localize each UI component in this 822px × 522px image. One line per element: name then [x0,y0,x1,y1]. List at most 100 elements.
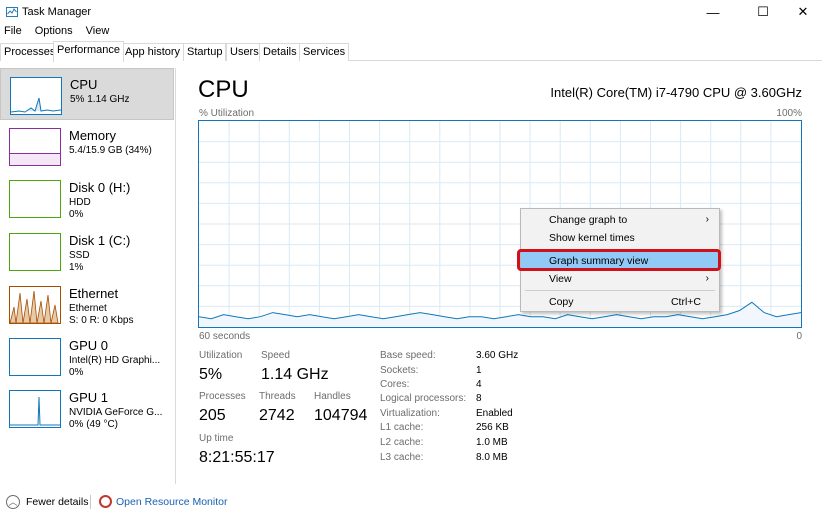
detail-value: 8 [476,393,482,404]
copy-shortcut: Ctrl+C [670,296,701,308]
processes-label: Processes [199,391,246,402]
tab-processes[interactable]: Processes [0,43,60,61]
detail-value: 256 KB [476,422,509,433]
speed-label: Speed [261,350,290,361]
utilization-value: 5% [199,366,223,383]
detail-label: Logical processors: [380,393,467,404]
sidebar-item-memory[interactable]: Memory 5.4/15.9 GB (34%) [0,120,174,172]
detail-value: 3.60 GHz [476,350,519,361]
sidebar-item-cpu[interactable]: CPU 5% 1.14 GHz [0,68,174,120]
context-menu-item-label: Show kernel times [549,232,635,244]
tab-strip: Processes Performance App history Startu… [0,41,822,62]
uptime-value: 8:21:55:17 [199,449,275,466]
sidebar-memory-title: Memory [69,128,116,143]
menu-bar: File Options View [0,25,118,41]
gpu1-thumbnail [9,390,61,428]
ethernet-thumbnail [9,286,61,324]
memory-thumbnail [9,128,61,166]
sidebar-disk1-title: Disk 1 (C:) [69,233,131,248]
annotation-highlight-ring [517,249,721,271]
detail-value: 4 [476,379,482,390]
utilization-axis-label: % Utilization [199,108,255,119]
sidebar-disk1-type: SSD [69,250,90,261]
tab-services[interactable]: Services [299,43,350,61]
threads-label: Threads [259,391,296,402]
fewer-details-link[interactable]: Fewer details [26,496,88,508]
minimize-button[interactable]: — [690,0,736,24]
close-icon: ✕ [797,4,809,19]
sidebar-disk0-usage: 0% [69,209,84,220]
utilization-label: Utilization [199,350,243,361]
disk1-thumbnail [9,233,61,271]
graph-max-label: 100% [776,108,802,119]
uptime-label: Up time [199,433,234,444]
context-menu-show-kernel-times[interactable]: Show kernel times [521,229,719,247]
tab-users[interactable]: Users [226,43,263,61]
sidebar-cpu-usage: 5% 1.14 GHz [70,94,130,105]
sidebar-gpu0-title: GPU 0 [69,338,109,353]
sidebar-disk0-type: HDD [69,197,91,208]
sidebar-gpu0-usage: 0% [69,367,84,378]
tab-details[interactable]: Details [259,43,301,61]
detail-value: 1 [476,365,482,376]
sidebar-item-gpu1[interactable]: GPU 1 NVIDIA GeForce G... 0% (49 °C) [0,382,174,434]
detail-value: Enabled [476,408,513,419]
menu-options[interactable]: Options [35,25,73,41]
handles-value: 104794 [314,407,368,424]
sidebar-ethernet-throughput: S: 0 R: 0 Kbps [69,315,134,326]
detail-label: L3 cache: [380,452,424,463]
cpu-thumbnail [10,77,62,115]
tab-performance[interactable]: Performance [53,41,124,62]
chevron-up-icon[interactable]: ︿ [6,495,20,509]
context-menu-item-label: View [549,273,572,285]
submenu-arrow-icon: › [705,214,709,225]
graph-min-label: 0 [796,331,802,342]
sidebar-item-ethernet[interactable]: Ethernet Ethernet S: 0 R: 0 Kbps [0,278,174,330]
title-bar: Task Manager — ☐ ✕ [0,0,822,24]
detail-label: Cores: [380,379,410,390]
sidebar-item-gpu0[interactable]: GPU 0 Intel(R) HD Graphi... 0% [0,330,174,382]
detail-label: L2 cache: [380,437,424,448]
menu-view[interactable]: View [86,25,110,41]
handles-label: Handles [314,391,351,402]
footer-bar: ︿ Fewer details Open Resource Monitor [0,490,822,514]
page-title: CPU [198,76,249,103]
detail-label: L1 cache: [380,422,424,433]
processes-value: 205 [199,407,226,424]
submenu-arrow-icon: › [705,273,709,284]
context-menu-change-graph[interactable]: Change graph to › [521,211,719,229]
cpu-model-name: Intel(R) Core(TM) i7-4790 CPU @ 3.60GHz [550,85,802,100]
sidebar-gpu0-name: Intel(R) HD Graphi... [69,355,161,366]
window-title: Task Manager [22,6,92,18]
sidebar-ethernet-adapter: Ethernet [69,303,107,314]
resource-sidebar: CPU 5% 1.14 GHz Memory 5.4/15.9 GB (34%)… [0,68,176,484]
sidebar-item-disk0[interactable]: Disk 0 (H:) HDD 0% [0,172,174,224]
detail-value: 1.0 MB [476,437,508,448]
context-menu-item-label: Copy [549,296,574,308]
sidebar-item-disk1[interactable]: Disk 1 (C:) SSD 1% [0,225,174,277]
minimize-icon: — [706,4,720,20]
threads-value: 2742 [259,407,295,424]
sidebar-gpu1-name: NVIDIA GeForce G... [69,407,163,418]
resource-monitor-icon[interactable] [99,495,112,508]
disk0-thumbnail [9,180,61,218]
detail-value: 8.0 MB [476,452,508,463]
footer-divider [90,495,91,509]
open-resource-monitor-link[interactable]: Open Resource Monitor [116,496,227,508]
context-menu-copy[interactable]: Copy Ctrl+C [521,293,719,311]
tab-app-history[interactable]: App history [121,43,185,61]
detail-label: Sockets: [380,365,419,376]
sidebar-ethernet-title: Ethernet [69,286,119,301]
speed-value: 1.14 GHz [261,366,329,383]
sidebar-cpu-title: CPU [70,77,98,92]
context-menu-view[interactable]: View › [521,270,719,288]
close-button[interactable]: ✕ [780,0,822,24]
sidebar-disk1-usage: 1% [69,262,84,273]
menu-file[interactable]: File [4,25,22,41]
sidebar-disk0-title: Disk 0 (H:) [69,180,131,195]
sidebar-memory-usage: 5.4/15.9 GB (34%) [69,145,152,156]
tab-startup[interactable]: Startup [183,43,227,61]
context-menu-item-label: Change graph to [549,214,628,226]
sidebar-gpu1-usage: 0% (49 °C) [69,419,119,430]
detail-label: Virtualization: [380,408,440,419]
